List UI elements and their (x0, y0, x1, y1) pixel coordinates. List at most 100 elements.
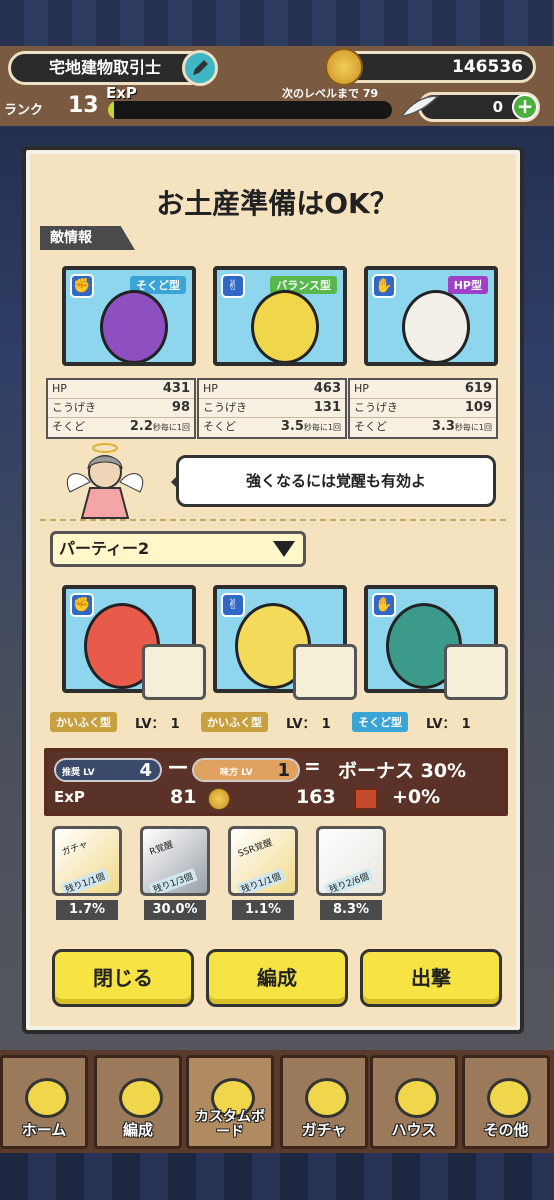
add-feather-button[interactable]: + (512, 94, 538, 120)
reward-ticket: R覚醒 残り1/3個 (140, 826, 210, 896)
stat-number-hp: 463 (313, 381, 341, 396)
level-label: LV： (286, 716, 316, 732)
sortie-button[interactable]: 出撃 (360, 949, 502, 1007)
enemy-avatar (402, 290, 470, 362)
level-value: 1 (321, 716, 331, 732)
edit-title-button[interactable] (182, 50, 218, 86)
chick-mascot-icon (25, 1078, 69, 1118)
pen-icon (193, 60, 208, 75)
equipped-item-icon[interactable] (293, 644, 357, 700)
nav-label: ハウス (391, 1121, 437, 1139)
enemy-avatar (100, 290, 168, 362)
stat-value-attack: 109 (465, 399, 492, 417)
coin-icon (208, 788, 230, 810)
exp-label: ExP (106, 84, 137, 102)
equipped-item-icon[interactable] (142, 644, 206, 700)
hand-sign-icon: ✋ (372, 274, 396, 298)
nav-gacha[interactable]: ガチャ (280, 1055, 368, 1149)
stat-label-hp: HP (354, 382, 369, 395)
stat-value-attack: 131 (314, 399, 341, 417)
drop-rate: 8.3% (320, 900, 382, 920)
hand-sign-icon: ✋ (372, 593, 396, 617)
exp-bar (108, 101, 392, 119)
stat-value-hp: 463 (314, 380, 341, 398)
enemy-type-badge: HP型 (447, 276, 488, 294)
stat-label-attack: こうげき (52, 401, 96, 414)
nav-label: その他 (483, 1121, 529, 1139)
nav-home[interactable]: ホーム (0, 1055, 88, 1149)
enemy-stats: HP 619 こうげき 109 そくど 3.3秒毎に1回 (348, 378, 498, 439)
nav-label: ホーム (21, 1121, 67, 1139)
stat-number-hp: 431 (162, 381, 190, 396)
ticket-remaining: 残り1/1個 (60, 868, 110, 893)
ticket-remaining: 残り1/1個 (236, 868, 286, 893)
party-level: LV： 1 (286, 713, 331, 732)
feather-icon (400, 95, 440, 117)
speed-unit: 秒毎に1回 (152, 423, 190, 432)
equipped-item-icon[interactable] (444, 644, 508, 700)
stat-row-speed: そくど 3.5秒毎に1回 (199, 418, 345, 437)
enemy-card: ✌ バランス型 (213, 266, 347, 366)
recommend-lv-label: 推奨 LV (62, 768, 95, 778)
nav-other[interactable]: その他 (462, 1055, 550, 1149)
level-value: 1 (461, 716, 471, 732)
rank-label: ランク (4, 103, 44, 118)
nav-custom-board[interactable]: カスタムボード (186, 1055, 274, 1149)
party-level-row: そくど型 LV： 1 (352, 712, 471, 732)
close-button[interactable]: 閉じる (52, 949, 194, 1007)
formation-button[interactable]: 編成 (206, 949, 348, 1007)
ticket-remaining: 残り1/3個 (148, 868, 198, 893)
stat-number-speed: 2.2 (129, 419, 153, 434)
tip-bubble: 強くなるには覚醒も有効よ (171, 455, 496, 507)
angel-guide-icon (67, 443, 143, 519)
modal-title: お土産準備はOK？ (156, 187, 398, 220)
drop-rate: 30.0% (144, 900, 206, 920)
bonus-panel: 推奨 LV 4 — 味方 LV 1 = ボーナス 30% ExP 81 163 … (44, 748, 508, 816)
stat-row-speed: そくど 3.3秒毎に1回 (350, 418, 496, 437)
ticket-name: ガチャ (60, 839, 90, 859)
dropdown-arrow-icon (273, 541, 295, 557)
stat-number-hp: 619 (464, 381, 492, 396)
divider (40, 519, 506, 521)
stat-value-speed: 3.5秒毎に1回 (281, 418, 341, 437)
stat-number-attack: 131 (313, 400, 341, 415)
recommend-lv-pill: 推奨 LV 4 (54, 758, 162, 782)
stat-row-attack: こうげき 131 (199, 399, 345, 418)
enemy-section-label: 敵情報 (40, 226, 135, 250)
ticket-remaining: 残り2/6個 (324, 868, 374, 893)
ally-lv-pill: 味方 LV 1 (192, 758, 300, 782)
top-pattern (0, 0, 554, 48)
bonus-exp-value: 81 (170, 786, 197, 808)
nav-label: ガチャ (301, 1121, 347, 1139)
enemy-card: ✋ HP型 (364, 266, 498, 366)
party-select[interactable]: パーティー2 (50, 531, 306, 567)
stat-label-hp: HP (203, 382, 218, 395)
hand-sign-icon: ✊ (70, 274, 94, 298)
chick-mascot-icon (305, 1078, 349, 1118)
party-select-label: パーティー2 (59, 539, 150, 558)
reward-ticket: 残り2/6個 (316, 826, 386, 896)
party-type-badge: かいふく型 (201, 712, 268, 732)
party-type-badge: そくど型 (352, 712, 408, 732)
nav-house[interactable]: ハウス (370, 1055, 458, 1149)
enemy-stats: HP 431 こうげき 98 そくど 2.2秒毎に1回 (46, 378, 196, 439)
player-title: 宅地建物取引士 (8, 51, 208, 85)
stat-row-hp: HP 619 (350, 380, 496, 399)
chick-mascot-icon (487, 1078, 531, 1118)
ticket-name: SSR覚醒 (236, 838, 274, 860)
stat-value-hp: 619 (465, 380, 492, 398)
stat-label-speed: そくど (52, 420, 85, 433)
coin-counter: 146536 (336, 51, 536, 83)
party-level-row: かいふく型 LV： 1 (50, 712, 180, 732)
party-type-badge: かいふく型 (50, 712, 117, 732)
chick-mascot-icon (395, 1078, 439, 1118)
bonus-exp-label: ExP (54, 788, 85, 806)
speed-unit: 秒毎に1回 (454, 423, 492, 432)
stat-label-speed: そくど (203, 420, 236, 433)
stat-row-attack: こうげき 109 (350, 399, 496, 418)
nav-label: 編成 (122, 1121, 153, 1139)
enemy-stats: HP 463 こうげき 131 そくど 3.5秒毎に1回 (197, 378, 347, 439)
nav-formation[interactable]: 編成 (94, 1055, 182, 1149)
level-label: LV： (426, 716, 456, 732)
enemy-avatar (251, 290, 319, 362)
